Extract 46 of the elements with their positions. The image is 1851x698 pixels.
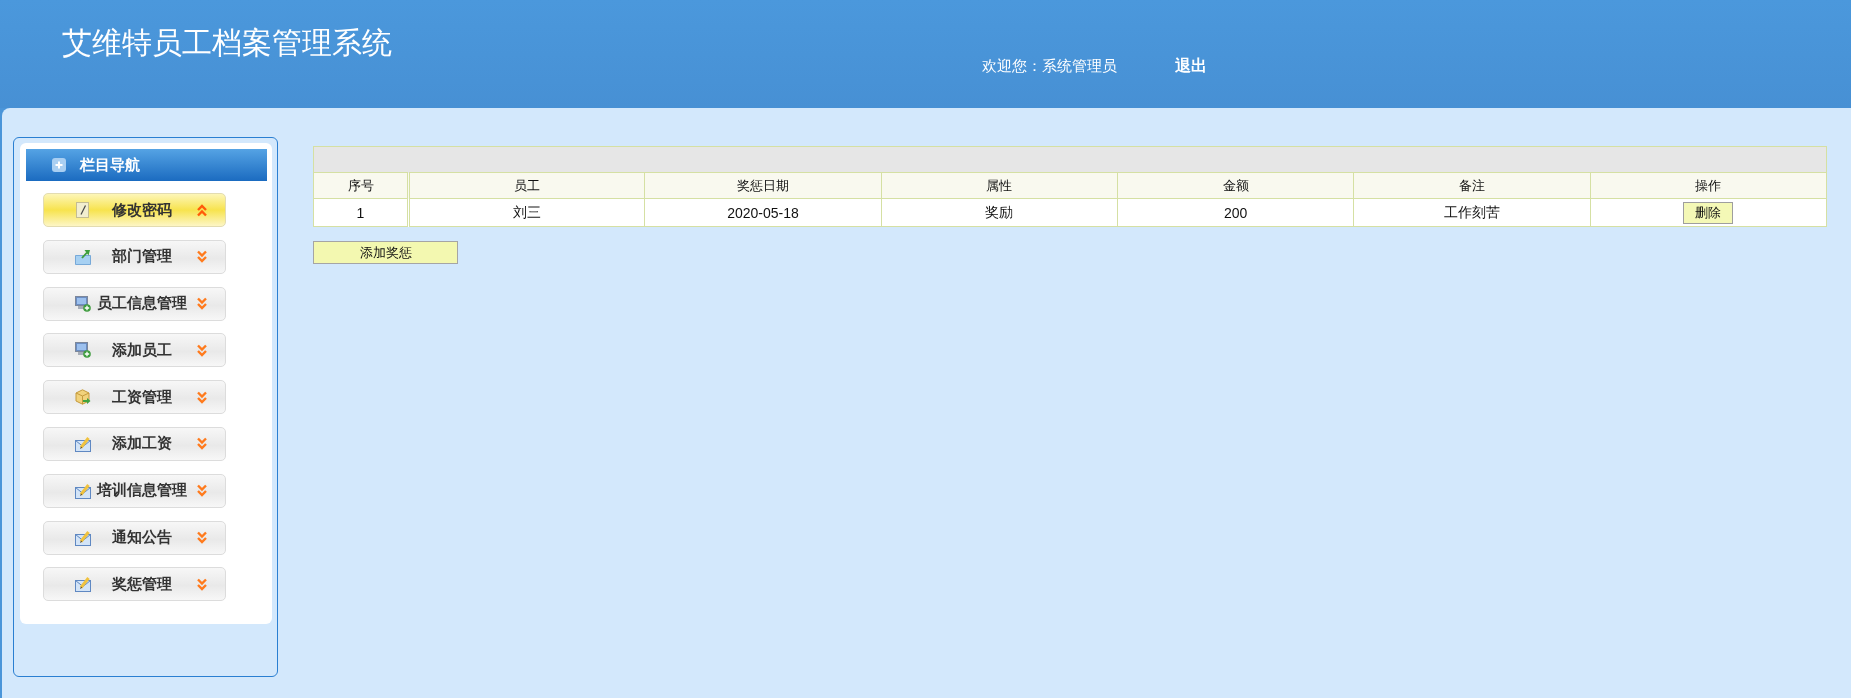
column-header: 序号 (313, 172, 409, 199)
chevron-down-icon (197, 250, 207, 264)
chevron-down-icon (197, 577, 207, 591)
package-icon (75, 389, 91, 406)
chevron-down-icon (197, 437, 207, 451)
column-header: 操作 (1590, 172, 1827, 199)
nav-item[interactable]: 培训信息管理 (43, 473, 226, 508)
folder-icon (75, 248, 91, 265)
site-title: 艾维特员工档案管理系统 (62, 24, 392, 62)
column-header: 奖惩日期 (644, 172, 882, 199)
nav-item[interactable]: 员工信息管理 (43, 286, 226, 321)
add-award-button[interactable]: 添加奖惩 (313, 241, 458, 264)
table-cell: 1 (313, 198, 409, 227)
nav-title: 栏目导航 (80, 155, 140, 175)
column-header: 员工 (408, 172, 645, 199)
table-cell: 2020-05-18 (644, 198, 882, 227)
nav-item[interactable]: 奖惩管理 (43, 567, 226, 602)
monitor-icon (75, 295, 91, 312)
envelope-icon (75, 482, 91, 499)
chevron-down-icon (197, 390, 207, 404)
delete-button[interactable]: 删除 (1683, 201, 1734, 224)
notepad-icon (75, 202, 91, 218)
table-cell: 刘三 (408, 198, 645, 227)
column-header: 属性 (881, 172, 1118, 199)
welcome-text: 欢迎您：系统管理员 (982, 56, 1117, 76)
chevron-down-icon (197, 297, 207, 311)
plus-icon (52, 158, 66, 172)
nav-item[interactable]: 部门管理 (43, 239, 226, 274)
column-header: 金额 (1117, 172, 1354, 199)
table-cell: 200 (1117, 198, 1354, 227)
nav-item[interactable]: 修改密码 (43, 193, 226, 227)
chevron-down-icon (197, 531, 207, 545)
envelope-icon (75, 576, 91, 593)
nav-item[interactable]: 添加工资 (43, 427, 226, 461)
nav-item[interactable]: 添加员工 (43, 333, 226, 368)
nav-item[interactable]: 通知公告 (43, 520, 226, 555)
chevron-down-icon (197, 484, 207, 498)
nav-item[interactable]: 工资管理 (43, 380, 226, 415)
envelope-icon (75, 529, 91, 546)
table-cell: 奖励 (881, 198, 1118, 227)
table-cell: 工作刻苦 (1353, 198, 1591, 227)
envelope-icon (75, 436, 91, 452)
monitor-icon (75, 342, 91, 359)
chevron-down-icon (197, 343, 207, 357)
chevron-up-icon (197, 203, 207, 217)
column-header: 备注 (1353, 172, 1591, 199)
